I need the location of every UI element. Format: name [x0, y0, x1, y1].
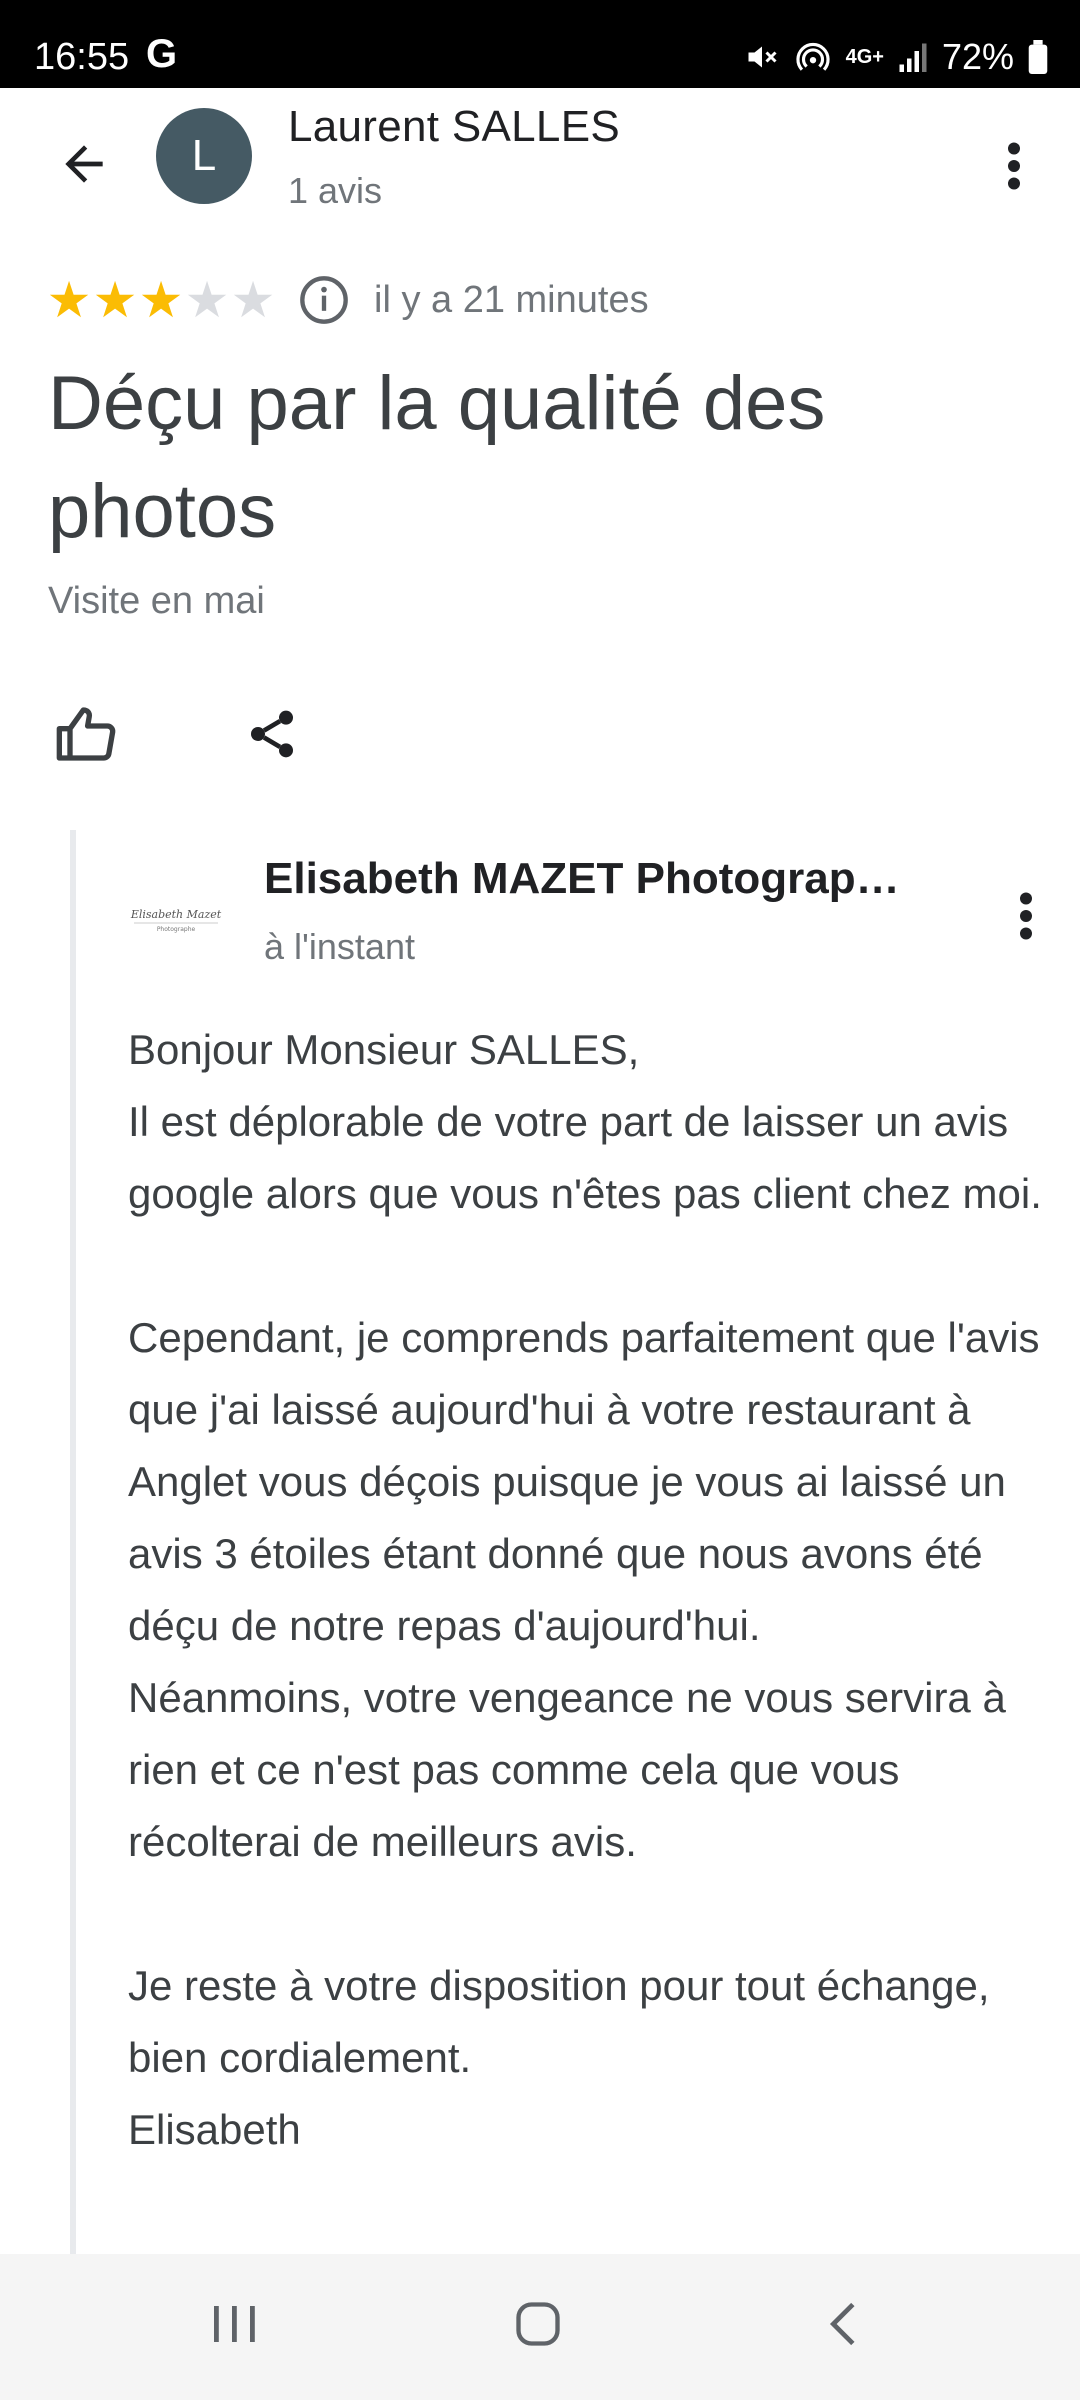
thumb-up-icon [56, 707, 116, 761]
network-type-icon: 4G+ [845, 45, 884, 68]
more-vert-icon [1008, 142, 1020, 190]
reply-paragraph: Elisabeth [128, 2106, 301, 2153]
review-time: il y a 21 minutes [374, 278, 649, 321]
svg-text:Photographe: Photographe [157, 926, 196, 933]
google-g-icon: G [146, 32, 178, 76]
battery-level: 72% [941, 36, 1014, 77]
reply-blank-line [128, 1878, 1058, 1950]
hotspot-icon [794, 38, 832, 76]
review-title: Déçu par la qualité des photos [48, 361, 826, 554]
owner-name[interactable]: Elisabeth MAZET Photograp… [264, 854, 924, 904]
back-button[interactable] [44, 124, 124, 204]
reply-paragraph: Je reste à votre disposition pour tout é… [128, 1962, 990, 2081]
star-empty-icon: ★ [184, 272, 230, 328]
back-nav-button[interactable] [792, 2284, 892, 2364]
reply-text: Bonjour Monsieur SALLES, Il est déplorab… [128, 1014, 1058, 2166]
reply-paragraph: Bonjour Monsieur SALLES, [128, 1026, 640, 1073]
reply-time: à l'instant [264, 926, 415, 967]
star-filled-icon: ★ [46, 272, 92, 328]
mute-icon [744, 39, 780, 75]
review-actions [48, 696, 310, 772]
home-icon [516, 2302, 560, 2346]
info-icon [300, 276, 348, 324]
visit-date: Visite en mai [48, 580, 265, 622]
share-button[interactable] [234, 696, 310, 772]
status-bar: 16:55 G 4G+ 72% [0, 0, 1080, 88]
chevron-left-icon [829, 2302, 855, 2346]
author-name[interactable]: Laurent SALLES [288, 102, 620, 152]
svg-text:Elisabeth Mazet: Elisabeth Mazet [130, 908, 222, 921]
author-review-count: 1 avis [288, 170, 383, 211]
status-time: 16:55 [34, 36, 130, 78]
star-rating: ★ ★ ★ ★ ★ [46, 270, 276, 330]
like-button[interactable] [48, 696, 124, 772]
owner-reply: Elisabeth Mazet Photographe Elisabeth MA… [70, 830, 1080, 2254]
more-options-button[interactable] [974, 116, 1054, 216]
recent-apps-button[interactable] [184, 2284, 284, 2364]
signal-icon [898, 40, 928, 74]
home-button[interactable] [488, 2284, 588, 2364]
arrow-left-icon [65, 145, 103, 183]
reply-more-options-button[interactable] [986, 866, 1066, 966]
info-button[interactable] [296, 272, 352, 328]
recents-icon [214, 2306, 255, 2342]
reply-paragraph: Cependant, je comprends parfaitement que… [128, 1314, 1040, 1649]
star-empty-icon: ★ [230, 272, 276, 328]
review-header: L Laurent SALLES 1 avis [0, 88, 1080, 248]
more-vert-icon [1020, 892, 1032, 940]
star-filled-icon: ★ [138, 272, 184, 328]
star-filled-icon: ★ [92, 272, 138, 328]
share-icon [251, 710, 293, 758]
reply-paragraph: Il est déplorable de votre part de laiss… [128, 1098, 1042, 1217]
rating-row: ★ ★ ★ ★ ★ il y a 21 minutes [46, 270, 649, 330]
system-nav-bar [0, 2254, 1080, 2400]
avatar[interactable]: L [156, 108, 252, 204]
battery-icon [1028, 40, 1048, 74]
reply-blank-line [128, 1230, 1058, 1302]
owner-logo: Elisabeth Mazet Photographe [128, 898, 224, 938]
avatar-letter: L [191, 131, 217, 180]
reply-paragraph: Néanmoins, votre vengeance ne vous servi… [128, 1674, 1006, 1865]
